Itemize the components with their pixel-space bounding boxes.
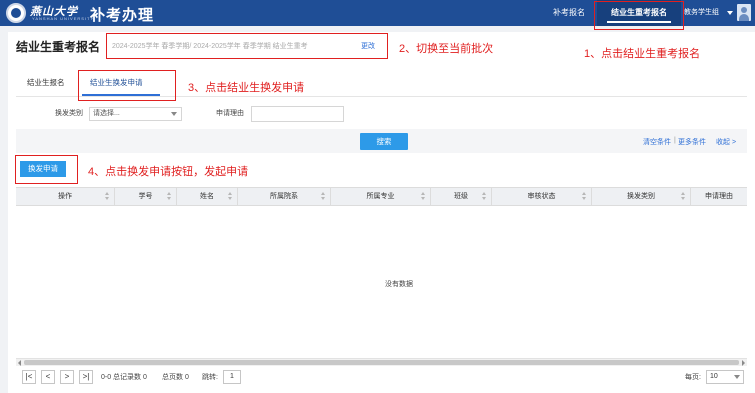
column-header-student-id[interactable]: 学号 — [115, 188, 177, 205]
change-batch-link[interactable]: 更改 — [361, 40, 375, 54]
link-separator: | — [674, 137, 676, 144]
apply-reissue-button[interactable]: 换发申请 — [20, 161, 66, 177]
reissue-type-label: 换发类别 — [55, 110, 83, 117]
annotation-step3: 3、点击结业生换发申请 — [188, 82, 305, 94]
last-page-button[interactable]: >| — [79, 370, 93, 384]
chevron-down-icon — [171, 112, 177, 116]
column-header-major[interactable]: 所属专业 — [331, 188, 431, 205]
sort-icon — [321, 192, 325, 201]
active-tab-indicator — [82, 94, 160, 96]
sort-icon — [482, 192, 486, 201]
horizontal-scrollbar[interactable] — [16, 358, 747, 366]
tab-certificate-reissue[interactable]: 结业生换发申请 — [84, 75, 149, 95]
more-conditions-link[interactable]: 更多条件 — [678, 137, 706, 147]
tab-divider — [16, 96, 747, 97]
page-size-select[interactable]: 10 — [706, 370, 744, 384]
annotation-step2: 2、切换至当前批次 — [399, 43, 494, 55]
nav-item-graduate-reexam[interactable]: 结业生重考报名 — [597, 0, 681, 26]
tab-graduate-registration[interactable]: 结业生报名 — [21, 75, 71, 95]
column-header-action[interactable]: 操作 — [16, 188, 115, 205]
app-title: 补考办理 — [90, 7, 155, 24]
record-range-text: 0-0 总记录数 0 — [101, 374, 147, 381]
prev-page-button[interactable]: < — [41, 370, 55, 384]
page-number-input[interactable]: 1 — [223, 370, 241, 384]
annotation-step1: 1、点击结业生重考报名 — [584, 48, 701, 60]
batch-selector[interactable]: 2024-2025学年 春季学期/ 2024-2025学年 春季学期 结业生重考 — [112, 40, 362, 54]
sort-icon — [228, 192, 232, 201]
sort-icon — [681, 192, 685, 201]
sort-icon — [421, 192, 425, 201]
pagination-bar: |< < > >| 0-0 总记录数 0 总页数 0 跳转: 1 每页: 10 — [16, 366, 747, 388]
column-header-department[interactable]: 所属院系 — [238, 188, 331, 205]
sort-icon — [582, 192, 586, 201]
reissue-type-value: 请选择... — [93, 110, 120, 117]
column-header-reissue-type[interactable]: 换发类别 — [592, 188, 691, 205]
nav-item-makeup-exam[interactable]: 补考报名 — [543, 0, 595, 26]
chevron-down-icon[interactable] — [727, 11, 733, 15]
university-logo-icon — [6, 3, 26, 23]
column-header-review-status[interactable]: 审核状态 — [492, 188, 592, 205]
total-pages-text: 总页数 0 — [162, 374, 189, 381]
user-name[interactable]: 教务学生组 — [684, 0, 719, 26]
page-title: 结业生重考报名 — [16, 40, 101, 54]
clear-conditions-link[interactable]: 清空条件 — [643, 137, 671, 147]
reissue-type-select[interactable]: 请选择... — [89, 107, 182, 121]
page-size-value: 10 — [710, 373, 718, 380]
column-header-class[interactable]: 班级 — [431, 188, 492, 205]
column-header-reason[interactable]: 申请理由 — [691, 188, 747, 205]
search-button[interactable]: 搜索 — [360, 133, 408, 150]
page-size-label: 每页: — [685, 374, 701, 381]
sort-icon — [105, 192, 109, 201]
avatar[interactable] — [737, 4, 751, 21]
next-page-button[interactable]: > — [60, 370, 74, 384]
university-logo-subtext: YANSHAN UNIVERSITY — [32, 16, 95, 21]
collapse-link[interactable]: 收起 > — [716, 137, 736, 147]
goto-label: 跳转: — [202, 374, 218, 381]
annotation-step4: 4、点击换发申请按钮，发起申请 — [88, 166, 249, 178]
first-page-button[interactable]: |< — [22, 370, 36, 384]
sort-icon — [167, 192, 171, 201]
chevron-down-icon — [734, 375, 740, 379]
reason-label: 申请理由 — [216, 110, 244, 117]
reason-input[interactable] — [251, 106, 344, 122]
column-header-name[interactable]: 姓名 — [177, 188, 238, 205]
scrollbar-thumb[interactable] — [24, 360, 739, 365]
table-header: 操作 学号 姓名 所属院系 所属专业 班级 审核状态 换发类别 申请理由 — [16, 187, 747, 206]
empty-table-message: 没有数据 — [385, 281, 413, 288]
